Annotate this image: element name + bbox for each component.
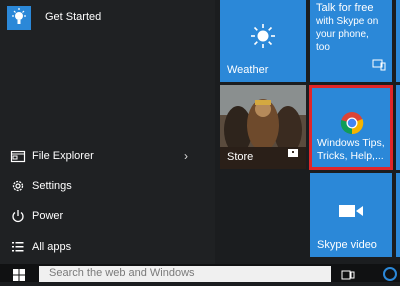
partial-tile[interactable] xyxy=(396,173,400,257)
chrome-icon xyxy=(340,111,364,140)
tile-weather[interactable]: Weather xyxy=(220,0,306,82)
tile-windows-tips-chrome[interactable]: Windows Tips, Tricks, Help,... xyxy=(309,85,393,170)
menu-item-power[interactable]: Power xyxy=(0,202,215,230)
skype-promo-line: your phone, xyxy=(316,29,369,40)
partial-tile[interactable] xyxy=(396,85,400,170)
tile-skype-video[interactable]: Skype video xyxy=(310,173,392,257)
store-label: Store xyxy=(227,151,254,163)
menu-item-get-started[interactable]: Get Started xyxy=(0,3,215,31)
menu-item-file-explorer[interactable]: File Explorer › xyxy=(0,142,215,170)
windows-tips-line: Windows Tips, xyxy=(317,137,385,149)
start-menu-left-column: Get Started File Explorer › Settings Pow… xyxy=(0,0,215,282)
skype-promo-line: with Skype on xyxy=(316,16,379,27)
edge-browser-icon[interactable] xyxy=(383,267,397,286)
menu-item-all-apps[interactable]: All apps xyxy=(0,233,215,261)
gear-icon xyxy=(10,178,26,194)
search-box[interactable]: Search the web and Windows xyxy=(39,266,331,282)
task-view-icon[interactable] xyxy=(341,268,355,286)
video-camera-icon xyxy=(338,203,364,224)
folder-icon xyxy=(10,148,26,164)
power-label: Power xyxy=(32,210,64,222)
file-explorer-label: File Explorer xyxy=(32,150,94,162)
tile-store[interactable]: Store xyxy=(220,85,306,169)
power-icon xyxy=(10,208,26,224)
partial-tile[interactable] xyxy=(396,0,400,82)
skype-promo-line: too xyxy=(316,42,330,53)
windows-tips-text: Windows Tips, Tricks, Help,... xyxy=(317,137,385,163)
all-apps-label: All apps xyxy=(32,241,72,253)
settings-label: Settings xyxy=(32,180,72,192)
skype-video-label: Skype video xyxy=(317,239,377,251)
tile-skype-promo[interactable]: Talk for free with Skype on your phone, … xyxy=(310,0,392,82)
list-icon xyxy=(10,239,26,255)
phone-screen-icon xyxy=(372,58,386,76)
lightbulb-icon xyxy=(7,6,31,30)
weather-label: Weather xyxy=(227,64,269,76)
search-placeholder: Search the web and Windows xyxy=(49,267,195,279)
windows-logo-icon[interactable] xyxy=(13,268,25,286)
skype-promo-title: Talk for free xyxy=(316,2,374,14)
store-bag-icon xyxy=(287,145,299,163)
sun-icon xyxy=(249,22,277,55)
chevron-right-icon[interactable]: › xyxy=(184,149,188,163)
get-started-label: Get Started xyxy=(45,11,102,23)
menu-item-settings[interactable]: Settings xyxy=(0,172,215,200)
skype-promo-text: Talk for free with Skype on your phone, … xyxy=(316,2,378,54)
windows-tips-line: Tricks, Help,... xyxy=(317,150,384,162)
